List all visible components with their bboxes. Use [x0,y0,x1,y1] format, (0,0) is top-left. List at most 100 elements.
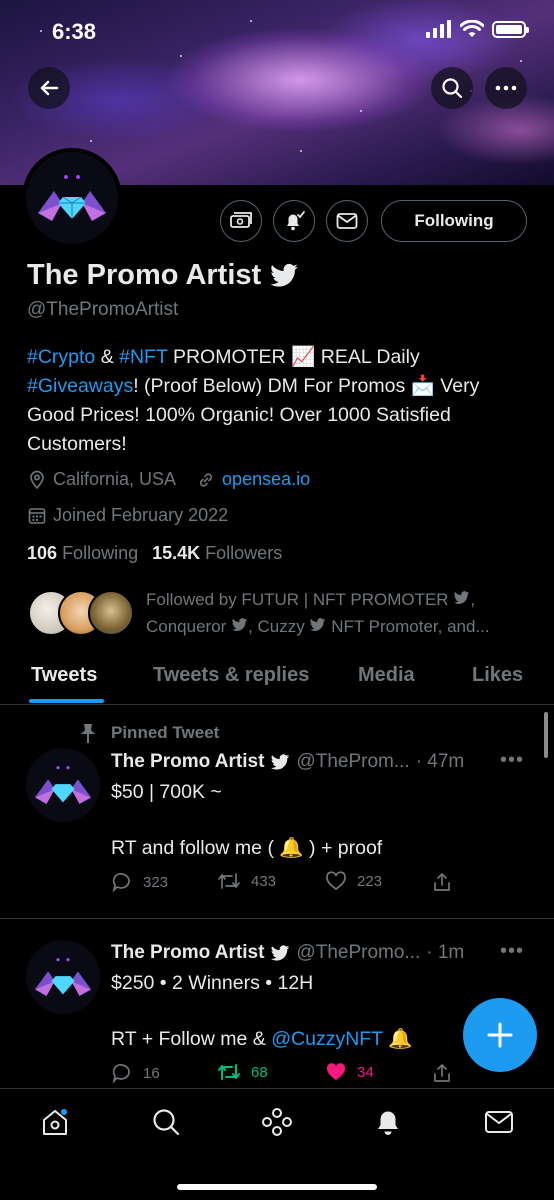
wifi-icon [460,20,484,37]
plus-icon [487,1022,513,1048]
reply-icon [112,873,130,893]
bio-text: PROMOTER 📈 REAL Daily [167,346,420,368]
status-bar: 6:38 [0,0,554,60]
share-icon [434,873,450,891]
status-time: 6:38 [52,19,97,44]
nav-search[interactable] [149,1105,183,1139]
profile-meta-row: California, USA opensea.io [27,469,310,490]
hashtag-nft-link[interactable]: #NFT [119,346,167,368]
tweet-divider [0,918,554,919]
diamond-hands-logo-icon [38,175,106,221]
bio-text: & [95,346,120,368]
nav-messages[interactable] [482,1105,516,1139]
location-pin-icon [30,470,44,489]
following-label: Following [62,543,139,563]
reply-count: 16 [143,1064,160,1082]
reply-icon [112,1064,130,1084]
tweet-avatar[interactable] [26,940,100,1014]
money-icon [230,212,252,228]
profile-name: The Promo Artist [27,259,299,292]
tweet-author-handle: @ThePromo... [296,942,421,963]
hashtag-giveaways-link[interactable]: #Giveaways [27,375,133,397]
diamond-hands-logo-icon [34,766,92,804]
share-button[interactable] [431,871,453,893]
reply-count: 323 [143,873,169,891]
tab-likes[interactable]: Likes [472,664,523,687]
home-indicator [177,1184,377,1190]
profile-joined-row: Joined February 2022 [27,505,228,526]
twitter-bird-icon [271,753,290,770]
following-count: 106 [27,543,58,563]
tab-tweets-replies[interactable]: Tweets & replies [153,664,309,687]
twitter-bird-icon [454,591,470,604]
retweet-count: 68 [251,1063,268,1081]
following-count-link[interactable]: 106 Following [27,543,138,564]
tweet-text: $250 • 2 Winners • 12H [111,972,314,994]
twitter-bird-icon [231,618,248,631]
like-button[interactable]: 223 [325,871,382,891]
followed-by-line: Followed by FUTUR | NFT PROMOTER , [146,590,476,609]
hashtag-crypto-link[interactable]: #Crypto [27,346,95,368]
back-arrow-icon [40,80,59,96]
followed-by-line: Conqueror , Cuzzy NFT Promoter, and... [146,617,490,636]
retweet-icon [218,1064,240,1080]
following-button[interactable]: Following [381,200,527,242]
message-button[interactable] [326,200,368,242]
twitter-bird-icon [270,263,298,287]
followers-count: 15.4K [152,543,201,563]
nav-notifications[interactable] [371,1105,405,1139]
tweet-actions: 16 68 34 [111,1062,451,1086]
compose-tweet-button[interactable] [463,998,537,1072]
profile-tabs: Tweets Tweets & replies Media Likes [0,650,554,705]
twitter-bird-icon [310,618,326,631]
follow-counts: 106 Following 15.4K Followers [27,543,282,564]
follower-avatar[interactable] [88,590,134,636]
more-options-button[interactable] [485,67,527,109]
profile-avatar[interactable] [22,148,122,248]
diamond-hands-logo-icon [34,958,92,996]
tweet-more-button[interactable]: ••• [500,940,524,963]
envelope-icon [485,1111,513,1133]
retweet-icon [218,873,240,889]
followers-count-link[interactable]: 15.4K Followers [152,543,282,564]
share-icon [434,1064,450,1082]
search-icon [442,78,463,99]
followed-by-text[interactable]: Followed by FUTUR | NFT PROMOTER , Conqu… [146,586,531,640]
tweet-text: RT + Follow me & @CuzzyNFT 🔔 [111,1028,413,1050]
search-button[interactable] [431,67,473,109]
tweet-text: RT and follow me ( 🔔 ) + proof [111,837,383,859]
pin-icon [81,724,95,743]
nav-home[interactable] [38,1105,72,1139]
link-icon [199,472,213,487]
back-button[interactable] [28,67,70,109]
tweet-more-button[interactable]: ••• [500,749,524,772]
heart-filled-icon [326,1063,346,1080]
tweet-actions: 323 433 223 [111,871,451,895]
tweet-author-handle: @TheProm... [296,751,410,772]
notifications-toggle-button[interactable] [273,200,315,242]
more-icon [495,85,517,91]
search-icon [153,1109,180,1136]
like-button[interactable]: 34 [325,1062,374,1082]
battery-icon [492,20,529,38]
nav-spaces[interactable] [260,1105,294,1139]
retweet-button[interactable]: 433 [217,871,276,891]
tweet-header: The Promo Artist @TheProm... · 47m [111,751,464,773]
retweet-button[interactable]: 68 [217,1062,268,1082]
reply-button[interactable]: 323 [111,871,168,893]
profile-website-link[interactable]: opensea.io [222,469,310,490]
scrollbar[interactable] [544,712,548,758]
mention-link[interactable]: @CuzzyNFT [271,1028,383,1050]
tab-tweets[interactable]: Tweets [31,664,97,687]
profile-handle: @ThePromoArtist [27,299,179,320]
active-tab-indicator [29,699,104,703]
tweet-avatar[interactable] [26,748,100,822]
retweet-count: 433 [251,872,277,890]
tip-button[interactable] [220,200,262,242]
tweet-author-name[interactable]: The Promo Artist [111,751,264,773]
tab-media[interactable]: Media [358,664,415,687]
reply-button[interactable]: 16 [111,1062,160,1084]
share-button[interactable] [431,1062,453,1084]
tweet-author-name[interactable]: The Promo Artist [111,942,264,964]
profile-bio: #Crypto & #NFT PROMOTER 📈 REAL Daily #Gi… [27,343,532,459]
